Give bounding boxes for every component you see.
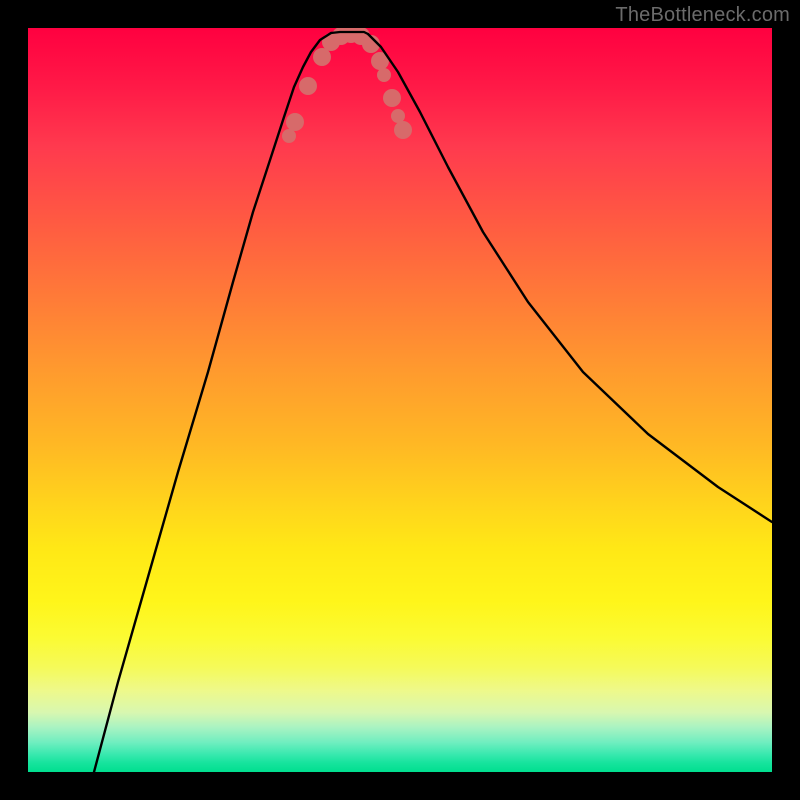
curve-left-curve: [94, 33, 331, 772]
marker-dot: [282, 129, 296, 143]
curve-right-curve: [368, 34, 772, 522]
chart-frame: TheBottleneck.com: [0, 0, 800, 800]
marker-dot: [377, 68, 391, 82]
marker-dot: [394, 121, 412, 139]
plot-area: [28, 28, 772, 772]
curve-layer: [28, 28, 772, 772]
marker-dot: [313, 48, 331, 66]
marker-dot: [383, 89, 401, 107]
marker-dot: [286, 113, 304, 131]
marker-dots: [282, 28, 412, 143]
watermark-label: TheBottleneck.com: [615, 4, 790, 27]
marker-dot: [391, 109, 405, 123]
marker-dot: [299, 77, 317, 95]
